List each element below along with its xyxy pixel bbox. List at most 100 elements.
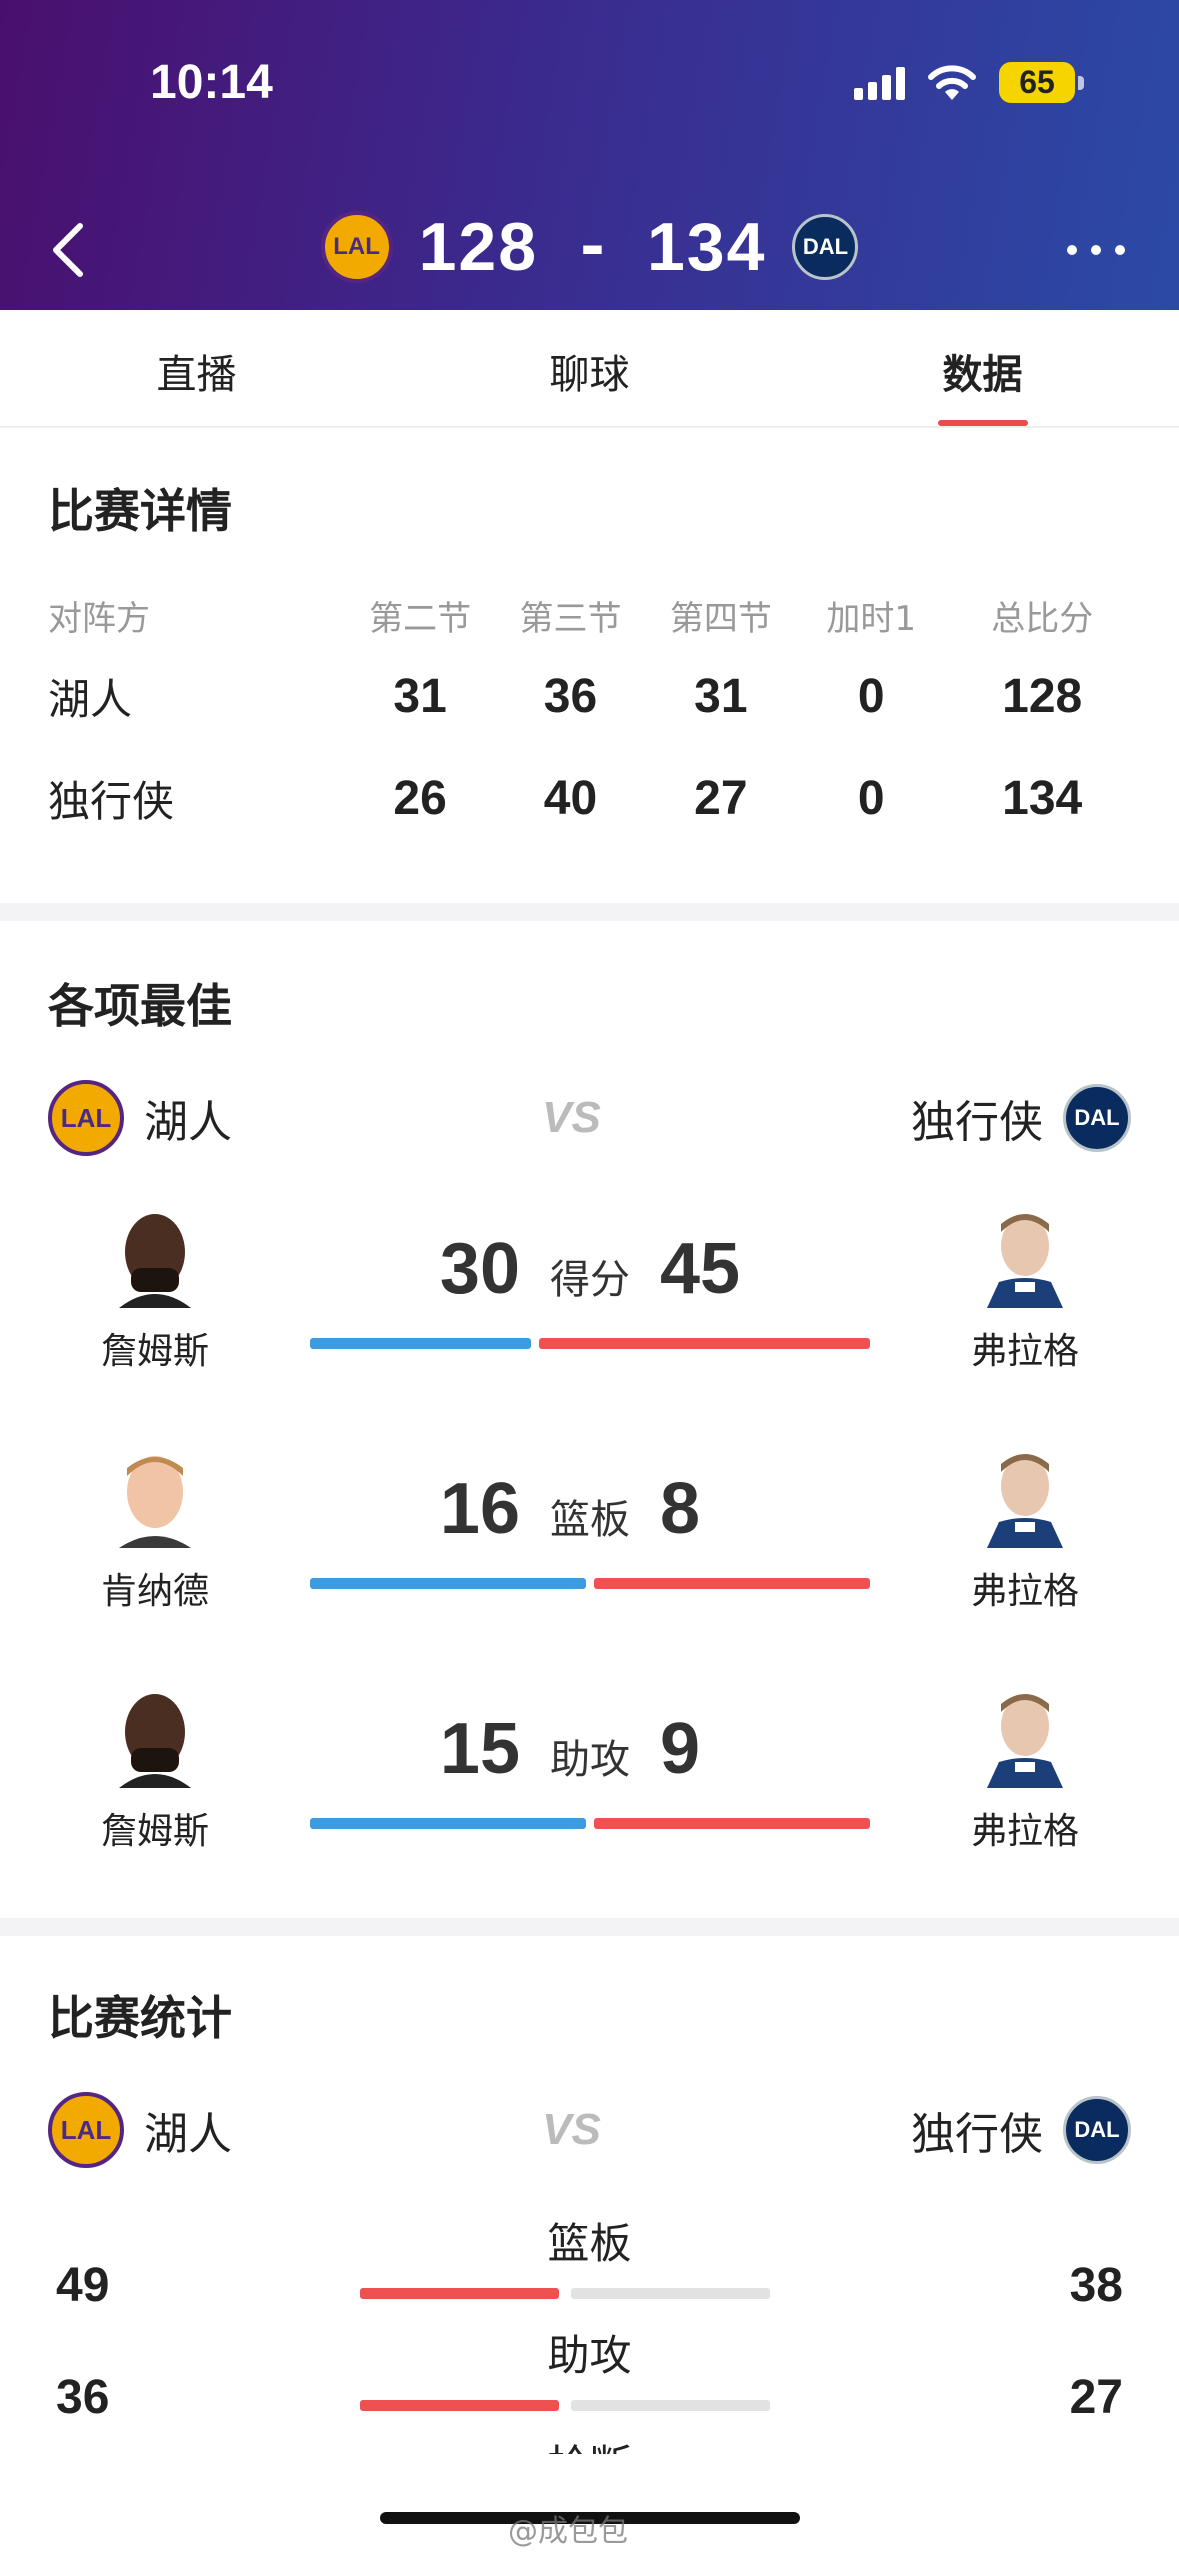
home-team-name: 湖人 [144,1097,232,1148]
match-detail-title: 比赛详情 [48,484,232,538]
total-score: 128 [1002,669,1083,723]
stat-label: 篮板 [547,2219,632,2268]
quarter-score-table: 对阵方 第二节 第三节 第四节 加时1 总比分 湖人 31 36 31 0 12… [48,585,1138,849]
player-name: 弗拉格 [970,1811,1079,1852]
column-header: 第四节 [669,598,772,639]
home-share-bar [310,1818,586,1829]
home-stat-value: 30 [439,1229,520,1309]
home-stat-value: 49 [56,2259,110,2312]
column-header: 第二节 [369,598,472,639]
home-team-label: LAL 湖人 [48,1080,232,1156]
quarter-score: 40 [543,771,598,825]
player-name: 詹姆斯 [100,1331,209,1372]
quarter-score: 0 [857,669,885,723]
home-score: 128 [418,209,539,285]
home-share-bar [310,1578,586,1589]
score-dash: - [580,212,605,282]
leader-row-points[interactable]: 詹姆斯 30 得分 45 弗拉格 [0,1208,1179,1438]
away-score: 134 [646,209,767,285]
team-name: 独行侠 [48,776,175,826]
player-name: 弗拉格 [970,1331,1079,1372]
stat-comparison-bar [310,1818,870,1829]
player-avatar-icon [119,1694,191,1788]
player-avatar-icon [987,1454,1063,1548]
stat-comparison-bar [360,2288,770,2299]
status-time: 10:14 [150,56,273,109]
stat-comparison-bar [310,1338,870,1349]
leader-row-assists[interactable]: 詹姆斯 15 助攻 9 弗拉格 [0,1688,1179,1918]
home-player[interactable]: 肯纳德 [70,1448,240,1614]
home-stat-fill [360,2288,559,2299]
away-share-bar [594,1818,870,1829]
home-stat-fill [360,2400,559,2411]
home-player[interactable]: 詹姆斯 [70,1688,240,1854]
quarter-score: 31 [694,669,748,723]
stats-team-header: LAL 湖人 VS 独行侠 DAL [48,2092,1131,2168]
away-stat-value: 9 [660,1709,701,1789]
leader-row-rebounds[interactable]: 肯纳德 16 篮板 8 弗拉格 [0,1448,1179,1678]
stat-label: 得分 [550,1257,630,1303]
player-name: 肯纳德 [100,1571,209,1612]
battery-icon: 65 [999,62,1084,103]
stat-comparison-bar [360,2400,770,2411]
home-stat-value: 16 [439,1469,520,1549]
lakers-logo-icon: LAL [320,211,393,283]
table-row: 湖人 31 36 31 0 128 [48,645,1138,747]
team-stat-row-assists: 助攻 36 27 [0,2322,1179,2434]
away-stat-value: 45 [660,1229,741,1309]
away-team-name: 独行侠 [910,2109,1043,2160]
table-header-row: 对阵方 第二节 第三节 第四节 加时1 总比分 [48,585,1138,645]
team-stats-title: 比赛统计 [48,1991,232,2045]
away-stat-value: 8 [660,1469,701,1549]
quarter-score: 0 [857,771,885,825]
column-header: 加时1 [826,598,917,639]
stat-values: 16 篮板 8 [310,1468,870,1550]
column-header: 第三节 [519,598,622,639]
away-team-name: 独行侠 [910,1097,1043,1148]
away-share-bar [538,1338,870,1349]
scoreline: LAL 128 - 134 DAL [0,208,1179,286]
watermark: @成包包 [508,2514,628,2549]
stat-label: 助攻 [547,2331,632,2380]
player-avatar-icon [987,1694,1063,1788]
away-stat-track [571,2400,770,2411]
player-name: 詹姆斯 [100,1811,209,1852]
stat-label: 篮板 [550,1497,630,1543]
away-player[interactable]: 弗拉格 [940,1688,1110,1854]
home-stat-value: 15 [439,1709,520,1789]
player-avatar-icon [119,1456,191,1548]
partially-hidden-stat-label: 抢断 [0,2430,1179,2454]
status-icons: 65 [854,62,1084,103]
battery-cap [1078,75,1084,90]
mavericks-logo-icon: DAL [1062,2096,1131,2164]
tab-live[interactable]: 直播 [0,310,393,426]
away-share-bar [594,1578,870,1589]
home-team-label: LAL 湖人 [48,2092,232,2168]
player-avatar-icon [119,1214,191,1308]
total-score: 134 [1002,771,1083,825]
away-player[interactable]: 弗拉格 [940,1208,1110,1374]
home-stat-track [360,2288,559,2299]
quarter-score: 27 [694,771,748,825]
tab-stats[interactable]: 数据 [786,310,1179,426]
mavericks-logo-icon: DAL [1062,1084,1131,1152]
section-divider [0,1918,1179,1936]
home-player[interactable]: 詹姆斯 [70,1208,240,1374]
team-stat-row-rebounds: 篮板 49 38 [0,2210,1179,2322]
battery-level: 65 [999,62,1075,103]
away-team-label: 独行侠 DAL [911,2096,1131,2164]
home-team-name: 湖人 [144,2109,232,2160]
leaders-team-header: LAL 湖人 VS 独行侠 DAL [48,1080,1131,1156]
player-name: 弗拉格 [970,1571,1079,1612]
lakers-logo-icon: LAL [48,1080,124,1156]
away-player[interactable]: 弗拉格 [940,1448,1110,1614]
column-header: 总比分 [991,598,1094,639]
leaders-title: 各项最佳 [48,979,232,1033]
vs-label: VS [542,1093,601,1142]
player-avatar-icon [987,1214,1063,1308]
mavericks-logo-icon: DAL [792,214,859,280]
lakers-logo-icon: LAL [48,2092,124,2168]
quarter-score: 31 [393,669,447,723]
more-options-icon[interactable] [1067,245,1125,255]
tab-chat[interactable]: 聊球 [393,310,786,426]
